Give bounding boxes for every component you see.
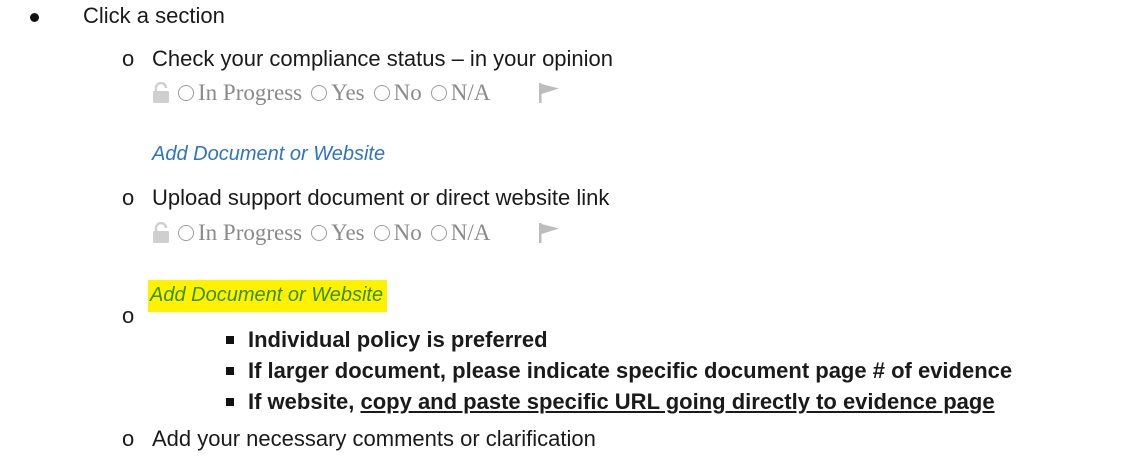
na-radio[interactable] <box>430 85 447 101</box>
sub-bullet-marker: o <box>122 303 135 328</box>
add-document-link-highlighted[interactable]: Add Document or Website <box>148 280 388 312</box>
yes-label: Yes <box>331 80 365 105</box>
lock-icon <box>153 222 169 243</box>
square-bullet <box>226 336 234 344</box>
item-check-status: Check your compliance status – in your o… <box>152 46 614 71</box>
na-label: N/A <box>450 220 491 245</box>
flag-icon[interactable] <box>537 82 561 104</box>
note-website-prefix: If website, <box>248 389 361 414</box>
item-click-section: Click a section <box>83 3 225 28</box>
in-progress-radio[interactable] <box>178 225 194 241</box>
na-label: N/A <box>450 80 491 105</box>
lock-icon <box>153 82 169 103</box>
compliance-status-row: In Progress Yes No N/A <box>152 218 561 248</box>
add-document-link[interactable]: Add Document or Website <box>152 141 385 167</box>
no-label: No <box>393 80 422 105</box>
in-progress-label: In Progress <box>198 80 303 105</box>
note-individual-policy: Individual policy is preferred <box>248 327 548 352</box>
no-radio[interactable] <box>373 225 390 241</box>
in-progress-label: In Progress <box>198 220 303 245</box>
item-upload-support: Upload support document or direct websit… <box>152 185 610 210</box>
flag-icon[interactable] <box>537 222 561 244</box>
no-radio[interactable] <box>373 85 390 101</box>
compliance-status-row: In Progress Yes No N/A <box>152 78 561 108</box>
square-bullet <box>226 367 234 375</box>
in-progress-radio[interactable] <box>178 85 194 101</box>
square-bullet <box>226 398 234 406</box>
yes-radio[interactable] <box>311 225 328 241</box>
note-website-underlined: copy and paste specific URL going direct… <box>360 389 995 414</box>
no-label: No <box>393 220 422 245</box>
note-website: If website, copy and paste specific URL … <box>248 388 995 416</box>
sub-bullet-marker: o <box>122 426 135 451</box>
item-add-comments: Add your necessary comments or clarifica… <box>152 426 596 451</box>
yes-label: Yes <box>331 220 365 245</box>
bullet-dot <box>30 13 39 22</box>
note-larger-document: If larger document, please indicate spec… <box>248 358 1013 383</box>
yes-radio[interactable] <box>311 85 328 101</box>
sub-bullet-marker: o <box>122 46 135 71</box>
na-radio[interactable] <box>430 225 447 241</box>
sub-bullet-marker: o <box>122 185 135 210</box>
